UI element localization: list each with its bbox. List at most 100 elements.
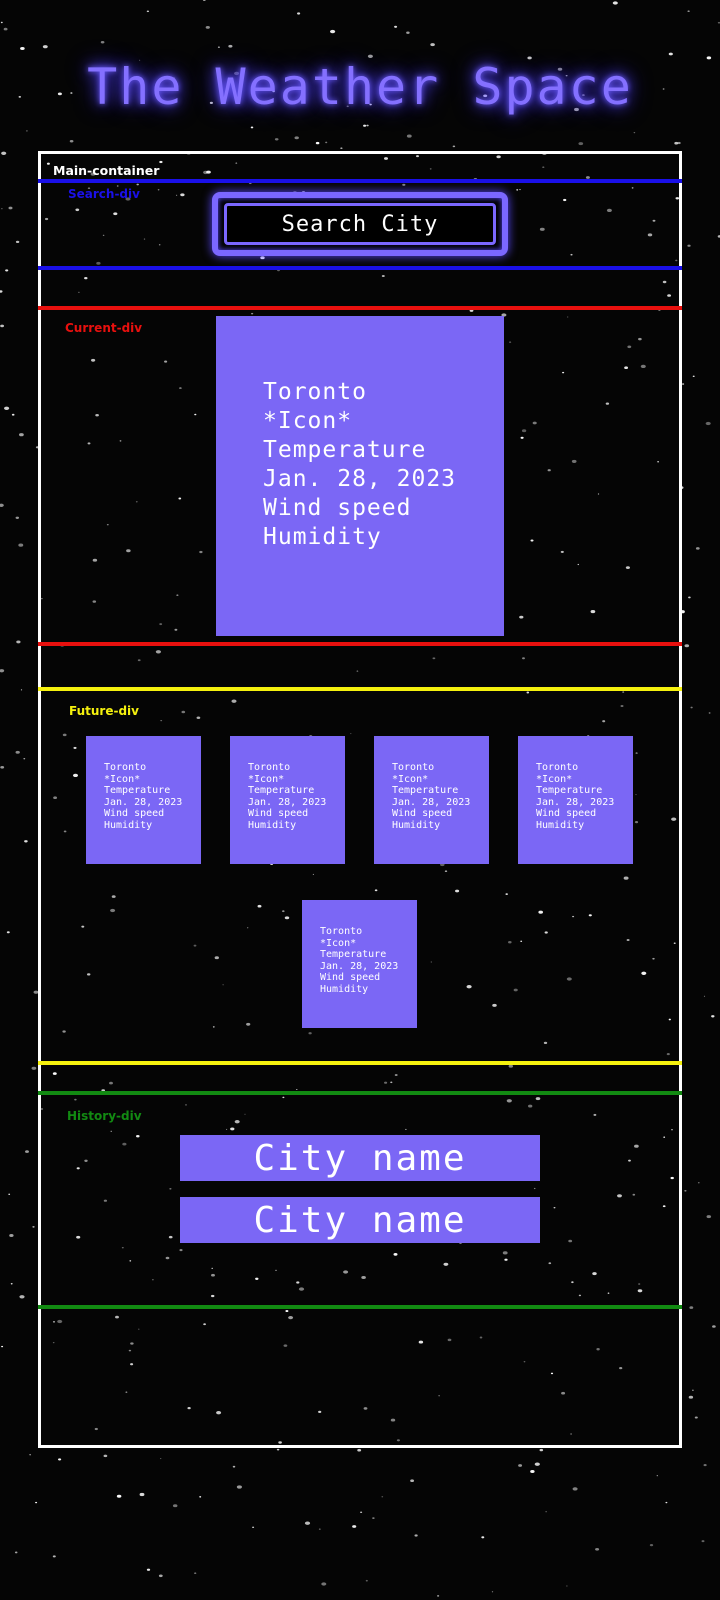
history-div-label: History-div bbox=[67, 1109, 142, 1123]
current-weather-icon: *Icon* bbox=[263, 408, 353, 434]
search-div-top-border bbox=[38, 179, 682, 183]
star-speck bbox=[352, 1525, 357, 1528]
forecast-humidity: Humidity bbox=[248, 819, 297, 831]
star-speck bbox=[1, 208, 3, 210]
future-div-bottom-border bbox=[38, 1061, 682, 1065]
current-div-bottom-border bbox=[38, 642, 682, 646]
history-city-button[interactable]: City name bbox=[180, 1197, 540, 1243]
forecast-date: Jan. 28, 2023 bbox=[392, 796, 471, 808]
forecast-humidity: Humidity bbox=[536, 819, 585, 831]
star-speck bbox=[357, 1448, 362, 1452]
star-speck bbox=[321, 1582, 327, 1586]
star-speck bbox=[202, 0, 206, 1]
history-div-top-border bbox=[38, 1091, 682, 1095]
forecast-temperature: Temperature bbox=[248, 785, 315, 796]
star-speck bbox=[703, 1464, 707, 1467]
future-div-top-border bbox=[38, 687, 682, 691]
star-speck bbox=[697, 1182, 700, 1184]
star-speck bbox=[1, 151, 7, 155]
star-speck bbox=[688, 596, 691, 599]
star-speck bbox=[23, 758, 26, 760]
forecast-temperature: Temperature bbox=[320, 949, 387, 960]
forecast-date: Jan. 28, 2023 bbox=[104, 796, 183, 808]
star-speck bbox=[10, 1283, 13, 1285]
star-speck bbox=[518, 1464, 523, 1467]
star-speck bbox=[15, 516, 20, 519]
star-speck bbox=[684, 1189, 687, 1192]
star-speck bbox=[530, 1470, 535, 1473]
forecast-icon: *Icon* bbox=[320, 937, 357, 949]
current-div-label: Current-div bbox=[65, 321, 143, 335]
star-speck bbox=[633, 132, 636, 134]
star-speck bbox=[15, 240, 20, 244]
star-speck bbox=[701, 1540, 705, 1543]
history-div-bottom-border bbox=[38, 1305, 682, 1309]
star-speck bbox=[687, 244, 691, 247]
star-speck bbox=[31, 1066, 37, 1070]
star-speck bbox=[25, 130, 28, 132]
star-speck bbox=[199, 1496, 202, 1498]
star-speck bbox=[294, 136, 299, 140]
star-speck bbox=[705, 421, 711, 426]
star-speck bbox=[372, 1517, 375, 1520]
star-speck bbox=[706, 1215, 712, 1219]
star-speck bbox=[366, 124, 369, 127]
star-speck bbox=[20, 689, 23, 691]
forecast-wind-speed: Wind speed bbox=[104, 808, 165, 819]
star-speck bbox=[35, 1501, 38, 1504]
star-speck bbox=[656, 1475, 658, 1477]
page-title: The Weather Space bbox=[87, 58, 633, 116]
star-speck bbox=[139, 1492, 145, 1497]
current-city: Toronto bbox=[263, 379, 367, 405]
search-div-label: Search-div bbox=[68, 187, 140, 201]
star-speck bbox=[0, 324, 5, 328]
forecast-temperature: Temperature bbox=[536, 785, 603, 796]
current-wind-speed: Wind speed bbox=[263, 495, 412, 521]
forecast-city: Toronto bbox=[536, 762, 579, 773]
star-speck bbox=[687, 10, 690, 13]
star-speck bbox=[360, 1511, 363, 1513]
forecast-humidity: Humidity bbox=[320, 983, 369, 995]
star-speck bbox=[205, 25, 210, 29]
forecast-icon: *Icon* bbox=[392, 773, 429, 785]
star-speck bbox=[694, 1416, 698, 1419]
star-speck bbox=[394, 25, 398, 28]
star-speck bbox=[684, 644, 690, 648]
star-speck bbox=[0, 503, 4, 507]
star-speck bbox=[4, 406, 10, 410]
star-speck bbox=[668, 52, 673, 56]
star-speck bbox=[406, 31, 410, 34]
history-city-button[interactable]: City name bbox=[180, 1135, 540, 1181]
star-speck bbox=[452, 145, 456, 148]
star-speck bbox=[712, 1325, 716, 1328]
forecast-icon: *Icon* bbox=[248, 773, 285, 785]
star-speck bbox=[252, 1526, 255, 1529]
search-city-button[interactable]: Search City bbox=[212, 192, 508, 256]
star-speck bbox=[304, 1521, 311, 1525]
star-speck bbox=[146, 10, 150, 13]
star-speck bbox=[1, 1345, 4, 1348]
star-speck bbox=[689, 1306, 694, 1309]
star-speck bbox=[649, 1543, 654, 1547]
current-humidity: Humidity bbox=[263, 524, 382, 550]
future-div-label: Future-div bbox=[69, 704, 139, 718]
star-speck bbox=[430, 43, 435, 47]
star-speck bbox=[410, 1479, 415, 1482]
star-speck bbox=[534, 1462, 540, 1466]
star-speck bbox=[682, 383, 685, 385]
current-date: Jan. 28, 2023 bbox=[263, 466, 457, 492]
star-speck bbox=[692, 375, 695, 378]
forecast-card: Toronto *Icon* Temperature Jan. 28, 2023… bbox=[302, 900, 417, 1028]
star-speck bbox=[297, 12, 301, 15]
star-speck bbox=[15, 750, 20, 754]
star-speck bbox=[695, 547, 700, 550]
forecast-date: Jan. 28, 2023 bbox=[320, 960, 399, 972]
forecast-humidity: Humidity bbox=[104, 819, 153, 831]
forecast-icon: *Icon* bbox=[104, 773, 141, 785]
star-speck bbox=[318, 1528, 321, 1530]
forecast-card: Toronto *Icon* Temperature Jan. 28, 2023… bbox=[374, 736, 489, 864]
current-temperature: Temperature bbox=[263, 437, 427, 463]
star-speck bbox=[5, 269, 9, 272]
star-speck bbox=[340, 147, 343, 149]
star-speck bbox=[24, 840, 28, 843]
